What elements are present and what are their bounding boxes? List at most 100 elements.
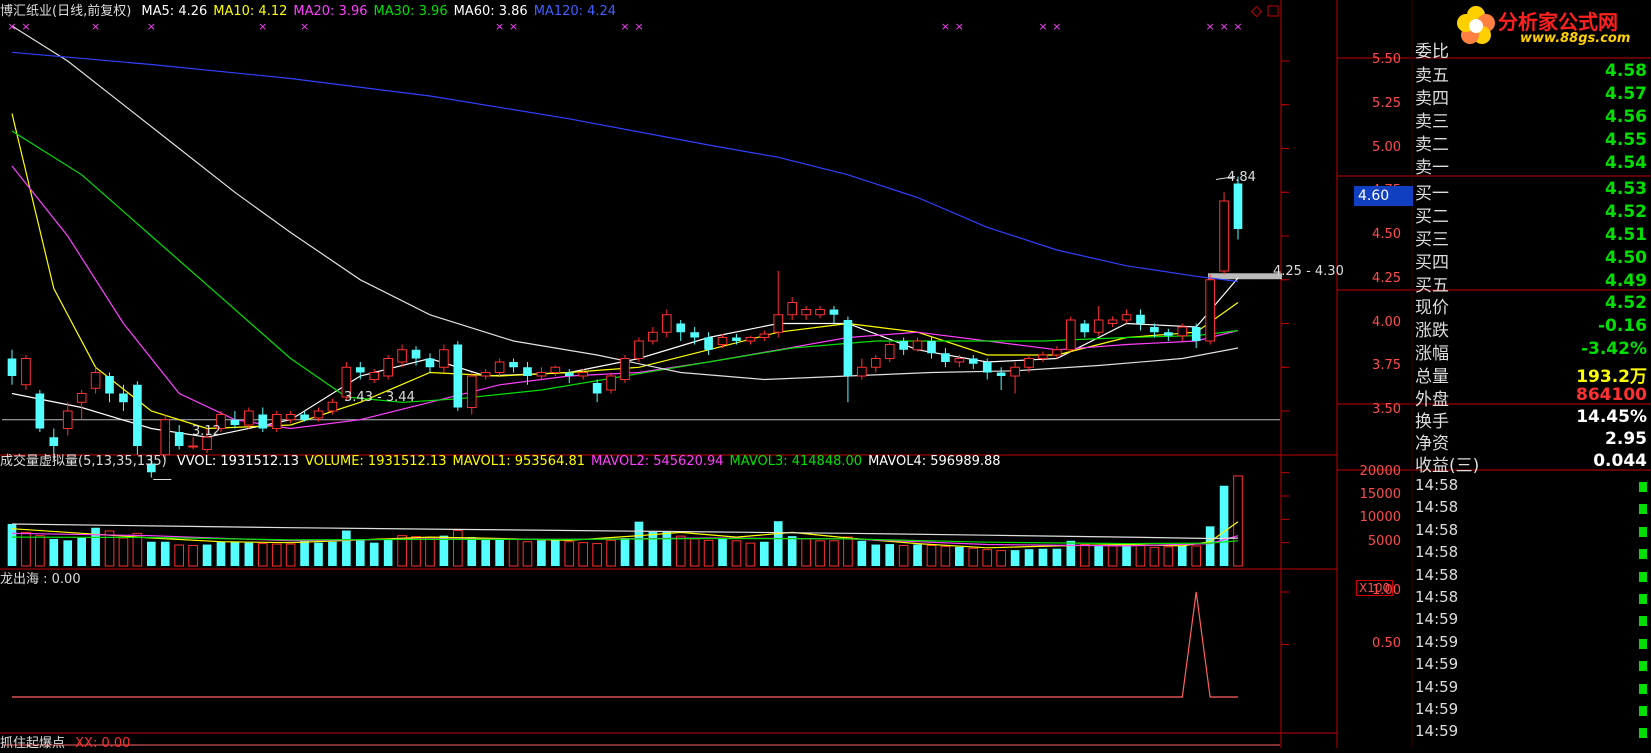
- tick-row-4[interactable]: 14:58: [1413, 566, 1647, 588]
- volume-bar-87: [1219, 485, 1229, 566]
- signal-mark-7: ×: [509, 20, 518, 33]
- candle-body-17: [244, 410, 254, 426]
- bid-row-2-label: 买三: [1415, 230, 1449, 250]
- ask-row-0-label: 卖五: [1415, 66, 1449, 86]
- indicator-axis-label-1: 0.50: [1372, 635, 1401, 651]
- candle-body-85: [1191, 327, 1201, 341]
- bottom-indicator-title: 抓住起爆点: [0, 736, 66, 751]
- tick-time: 14:59: [1415, 632, 1459, 651]
- candle-body-68: [954, 358, 965, 363]
- candle-body-21: [300, 414, 309, 420]
- tick-time: 14:59: [1415, 610, 1459, 629]
- candle-body-41: [578, 372, 589, 377]
- tick-row-8[interactable]: 14:59: [1413, 655, 1647, 677]
- tick-row-7[interactable]: 14:59: [1413, 633, 1647, 655]
- volume-bar-56: [787, 536, 797, 566]
- candle-body-77: [1080, 323, 1090, 333]
- ask-row-4-label: 卖一: [1415, 158, 1449, 178]
- volume-bar-39: [551, 539, 560, 566]
- candle-body-8: [119, 393, 128, 403]
- volume-axis-label-2: 10000: [1359, 510, 1401, 526]
- quote-row-1-label: 涨跌: [1415, 321, 1449, 341]
- candle-body-55: [773, 314, 784, 333]
- ma-legend-item-2: MA20: 3.96: [293, 4, 368, 19]
- quote-row-1-value: -0.16: [1598, 316, 1647, 336]
- candle-body-33: [466, 375, 477, 408]
- quote-row-2: 涨幅 -3.42%: [1413, 339, 1647, 364]
- volume-bar-45: [634, 521, 644, 566]
- candle-body-57: [801, 309, 811, 316]
- volume-bar-55: [773, 521, 783, 566]
- candle-body-69: [968, 358, 978, 364]
- volume-bar-3: [49, 538, 59, 566]
- signal-mark-15: ×: [1219, 20, 1228, 33]
- wei-bi-row: 委比: [1413, 37, 1647, 62]
- tick-row-2[interactable]: 14:58: [1413, 521, 1647, 543]
- tick-time: 14:58: [1415, 476, 1459, 494]
- volume-bar-31: [439, 535, 449, 566]
- ask-row-1-label: 卖四: [1415, 89, 1449, 109]
- volume-bar-79: [1107, 545, 1118, 567]
- volume-bar-48: [675, 535, 686, 567]
- tick-volume-marker: [1639, 616, 1647, 627]
- candle-body-1: [21, 358, 31, 386]
- candle-body-28: [397, 349, 407, 363]
- tick-volume-marker: [1639, 549, 1647, 560]
- volume-bar-67: [940, 545, 951, 567]
- tick-row-1[interactable]: 14:58: [1413, 498, 1647, 520]
- candle-body-49: [690, 332, 699, 338]
- tick-time: 14:59: [1415, 722, 1459, 741]
- volume-bar-26: [369, 542, 379, 566]
- candle-body-71: [996, 372, 1006, 376]
- stock-chart-canvas[interactable]: × × × × × × × × × × × × × × × × ×: [0, 0, 1651, 748]
- candle-body-44: [620, 358, 630, 380]
- candle-body-80: [1121, 314, 1132, 321]
- volume-bar-73: [1024, 549, 1034, 566]
- candle-body-25: [355, 367, 365, 373]
- tick-volume-marker: [1639, 526, 1647, 537]
- signal-mark-4: ×: [258, 20, 267, 33]
- candle-body-34: [480, 372, 491, 377]
- ask-row-3-label: 卖二: [1415, 135, 1449, 155]
- volume-axis-label-3: 5000: [1367, 533, 1401, 549]
- candle-body-75: [1052, 349, 1062, 356]
- volume-axis-label-0: 20000: [1359, 463, 1401, 479]
- candle-body-13: [188, 445, 198, 448]
- tick-row-11[interactable]: 14:59: [1413, 722, 1647, 744]
- tick-row-6[interactable]: 14:59: [1413, 610, 1647, 632]
- candle-body-78: [1093, 319, 1104, 333]
- candle-body-65: [912, 340, 923, 351]
- tick-time: 14:58: [1415, 520, 1459, 539]
- volume-bar-2: [35, 535, 45, 567]
- ask-row-3: 卖二 4.55: [1413, 130, 1647, 155]
- volume-bar-15: [216, 541, 226, 566]
- tick-volume-marker: [1639, 504, 1647, 515]
- volume-bar-50: [703, 539, 714, 567]
- tick-row-10[interactable]: 14:59: [1413, 700, 1647, 722]
- tick-row-9[interactable]: 14:59: [1413, 678, 1647, 700]
- candle-body-67: [941, 353, 950, 362]
- volume-bar-13: [188, 544, 198, 567]
- stats-row-0-value: 14.45%: [1576, 407, 1647, 427]
- bottom-indicator-header: 抓住起爆点 XX: 0.00: [0, 735, 136, 753]
- volume-bar-11: [160, 541, 170, 566]
- volume-bar-41: [578, 542, 589, 567]
- volume-bar-61: [857, 540, 867, 566]
- tick-time: 14:59: [1415, 677, 1459, 696]
- bid-row-1-value: 4.52: [1605, 202, 1647, 222]
- volume-bar-51: [718, 538, 727, 566]
- signal-mark-11: ×: [955, 20, 964, 33]
- candle-body-38: [536, 372, 547, 377]
- tick-row-5[interactable]: 14:58: [1413, 588, 1647, 610]
- tick-volume-marker: [1639, 706, 1647, 716]
- tick-row-3[interactable]: 14:58: [1413, 543, 1647, 565]
- volume-bar-38: [537, 540, 546, 566]
- tick-row-0[interactable]: 14:58: [1413, 476, 1647, 498]
- signal-mark-14: ×: [1206, 20, 1215, 33]
- signal-mark-10: ×: [941, 20, 950, 33]
- bid-row-3: 买四 4.50: [1413, 248, 1647, 273]
- candle-body-0: [7, 358, 17, 376]
- stats-row-2-value: 0.044: [1593, 451, 1647, 471]
- candle-body-72: [1010, 366, 1020, 377]
- quote-row-3-label: 总量: [1415, 367, 1449, 387]
